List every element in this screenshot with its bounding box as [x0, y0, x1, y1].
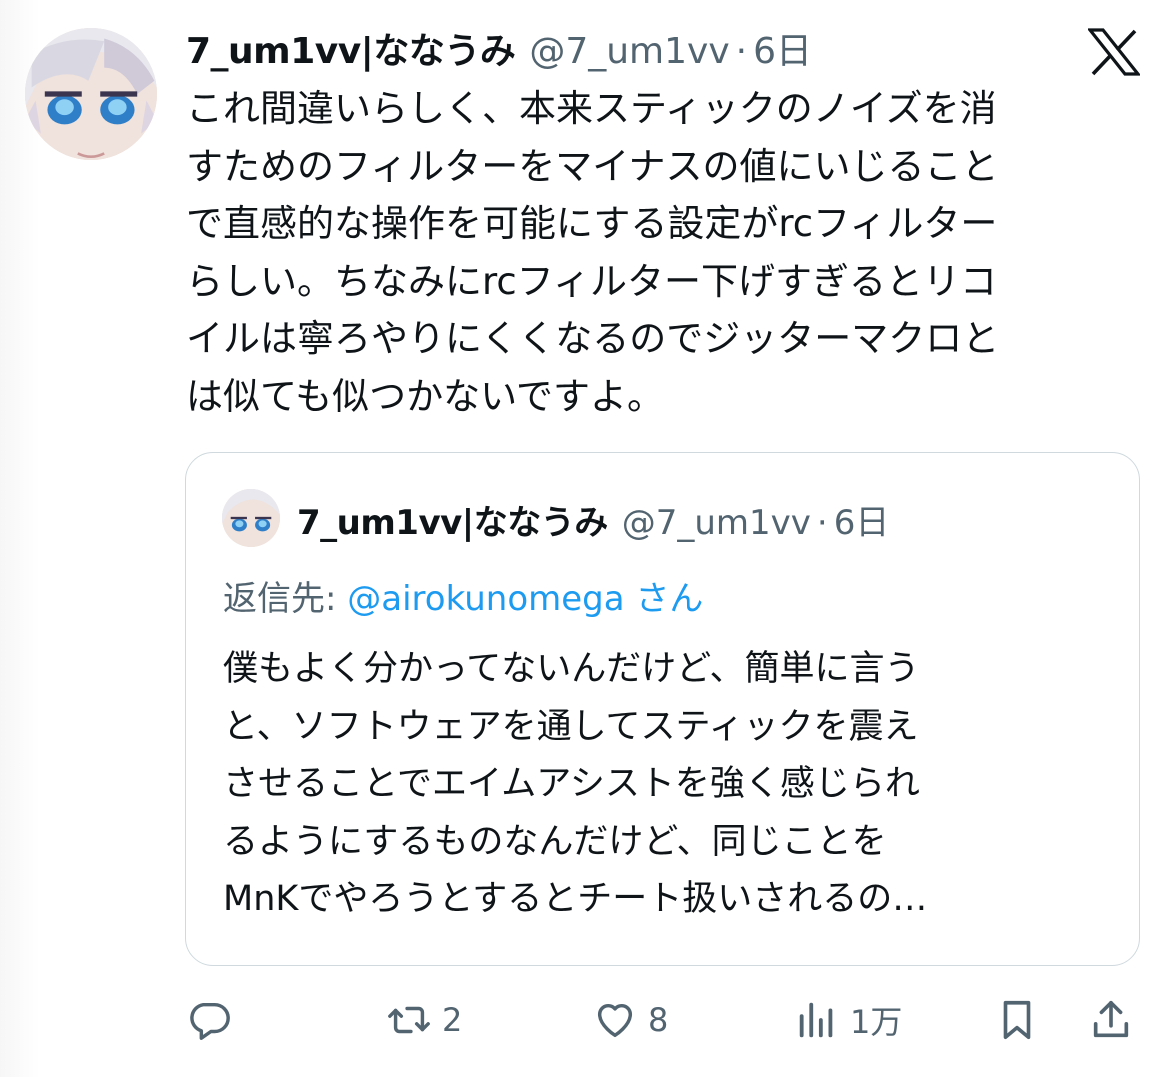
x-logo-icon: [1088, 28, 1140, 76]
quoted-tweet-timestamp[interactable]: 6日: [834, 495, 890, 544]
reply-icon: [186, 997, 232, 1043]
views-count: 1万: [850, 1003, 903, 1041]
quoted-author-display-name[interactable]: 7_um1vv|ななうみ: [297, 495, 608, 544]
reply-button[interactable]: [186, 992, 232, 1048]
quoted-author-avatar[interactable]: [222, 489, 280, 547]
tweet-header: 7_um1vv|ななうみ @7_um1vv · 6日: [186, 22, 812, 78]
tweet-text: これ間違いらしく、本来スティックのノイズを消 すためのフィルターをマイナスの値に…: [186, 80, 1126, 425]
tweet-actions-bar: 2 8 1万: [186, 992, 1146, 1048]
share-icon: [1088, 997, 1134, 1043]
author-display-name[interactable]: 7_um1vv|ななうみ: [186, 22, 516, 74]
quoted-text-line: るようにするものなんだけど、同じことを: [223, 821, 887, 862]
reply-suffix: さん: [624, 579, 704, 619]
tweet-text-line: は似ても似つかないですよ。: [186, 374, 665, 418]
quoted-tweet-header: 7_um1vv|ななうみ @7_um1vv · 6日: [297, 495, 889, 544]
tweet-text-line: これ間違いらしく、本来スティックのノイズを消: [186, 87, 997, 130]
like-count: 8: [648, 1001, 669, 1039]
bookmark-button[interactable]: [994, 992, 1040, 1048]
retweet-count: 2: [442, 1001, 463, 1039]
quoted-text-line: 僕もよく分かってないんだけど、簡単に言う: [223, 649, 920, 689]
quoted-text-line: させることでエイムアシストを強く感じられ: [223, 764, 920, 804]
views-icon: [794, 997, 840, 1043]
quoted-tweet-card[interactable]: 7_um1vv|ななうみ @7_um1vv · 6日 返信先: @airokun…: [185, 452, 1140, 966]
heart-icon: [592, 997, 638, 1043]
quoted-text-line: MnKでやろうとするとチート扱いされるの…: [223, 879, 928, 919]
tweet-text-line: すためのフィルターをマイナスの値にいじること: [186, 144, 999, 188]
views-button[interactable]: 1万: [794, 992, 902, 1048]
quoted-author-handle[interactable]: @7_um1vv: [622, 503, 811, 543]
quoted-tweet-text: 僕もよく分かってないんだけど、簡単に言う と、ソフトウェアを通してスティックを震…: [223, 641, 1103, 929]
reply-to-line: 返信先: @airokunomega さん: [223, 571, 703, 620]
separator-dot: ·: [816, 503, 828, 543]
tweet-text-line: イルは寧ろやりにくくなるのでジッターマクロと: [186, 317, 1000, 360]
retweet-icon: [386, 997, 432, 1043]
retweet-button[interactable]: 2: [386, 992, 462, 1048]
separator-dot: ·: [735, 31, 748, 72]
tweet-text-line: らしい。ちなみにrcフィルター下げすぎるとリコ: [186, 259, 998, 303]
author-handle[interactable]: @7_um1vv: [529, 31, 729, 72]
tweet-timestamp[interactable]: 6日: [753, 22, 812, 74]
left-edge-shadow: [0, 0, 40, 1077]
bookmark-icon: [994, 997, 1040, 1043]
tweet-text-line: で直感的な操作を可能にする設定がrcフィルター: [186, 202, 998, 245]
quoted-text-line: と、ソフトウェアを通してスティックを震え: [223, 706, 919, 747]
like-button[interactable]: 8: [592, 992, 668, 1048]
reply-mention-link[interactable]: @airokunomega: [347, 579, 624, 619]
share-button[interactable]: [1088, 992, 1134, 1048]
author-avatar[interactable]: [25, 28, 157, 160]
reply-to-prefix: 返信先:: [223, 579, 348, 619]
